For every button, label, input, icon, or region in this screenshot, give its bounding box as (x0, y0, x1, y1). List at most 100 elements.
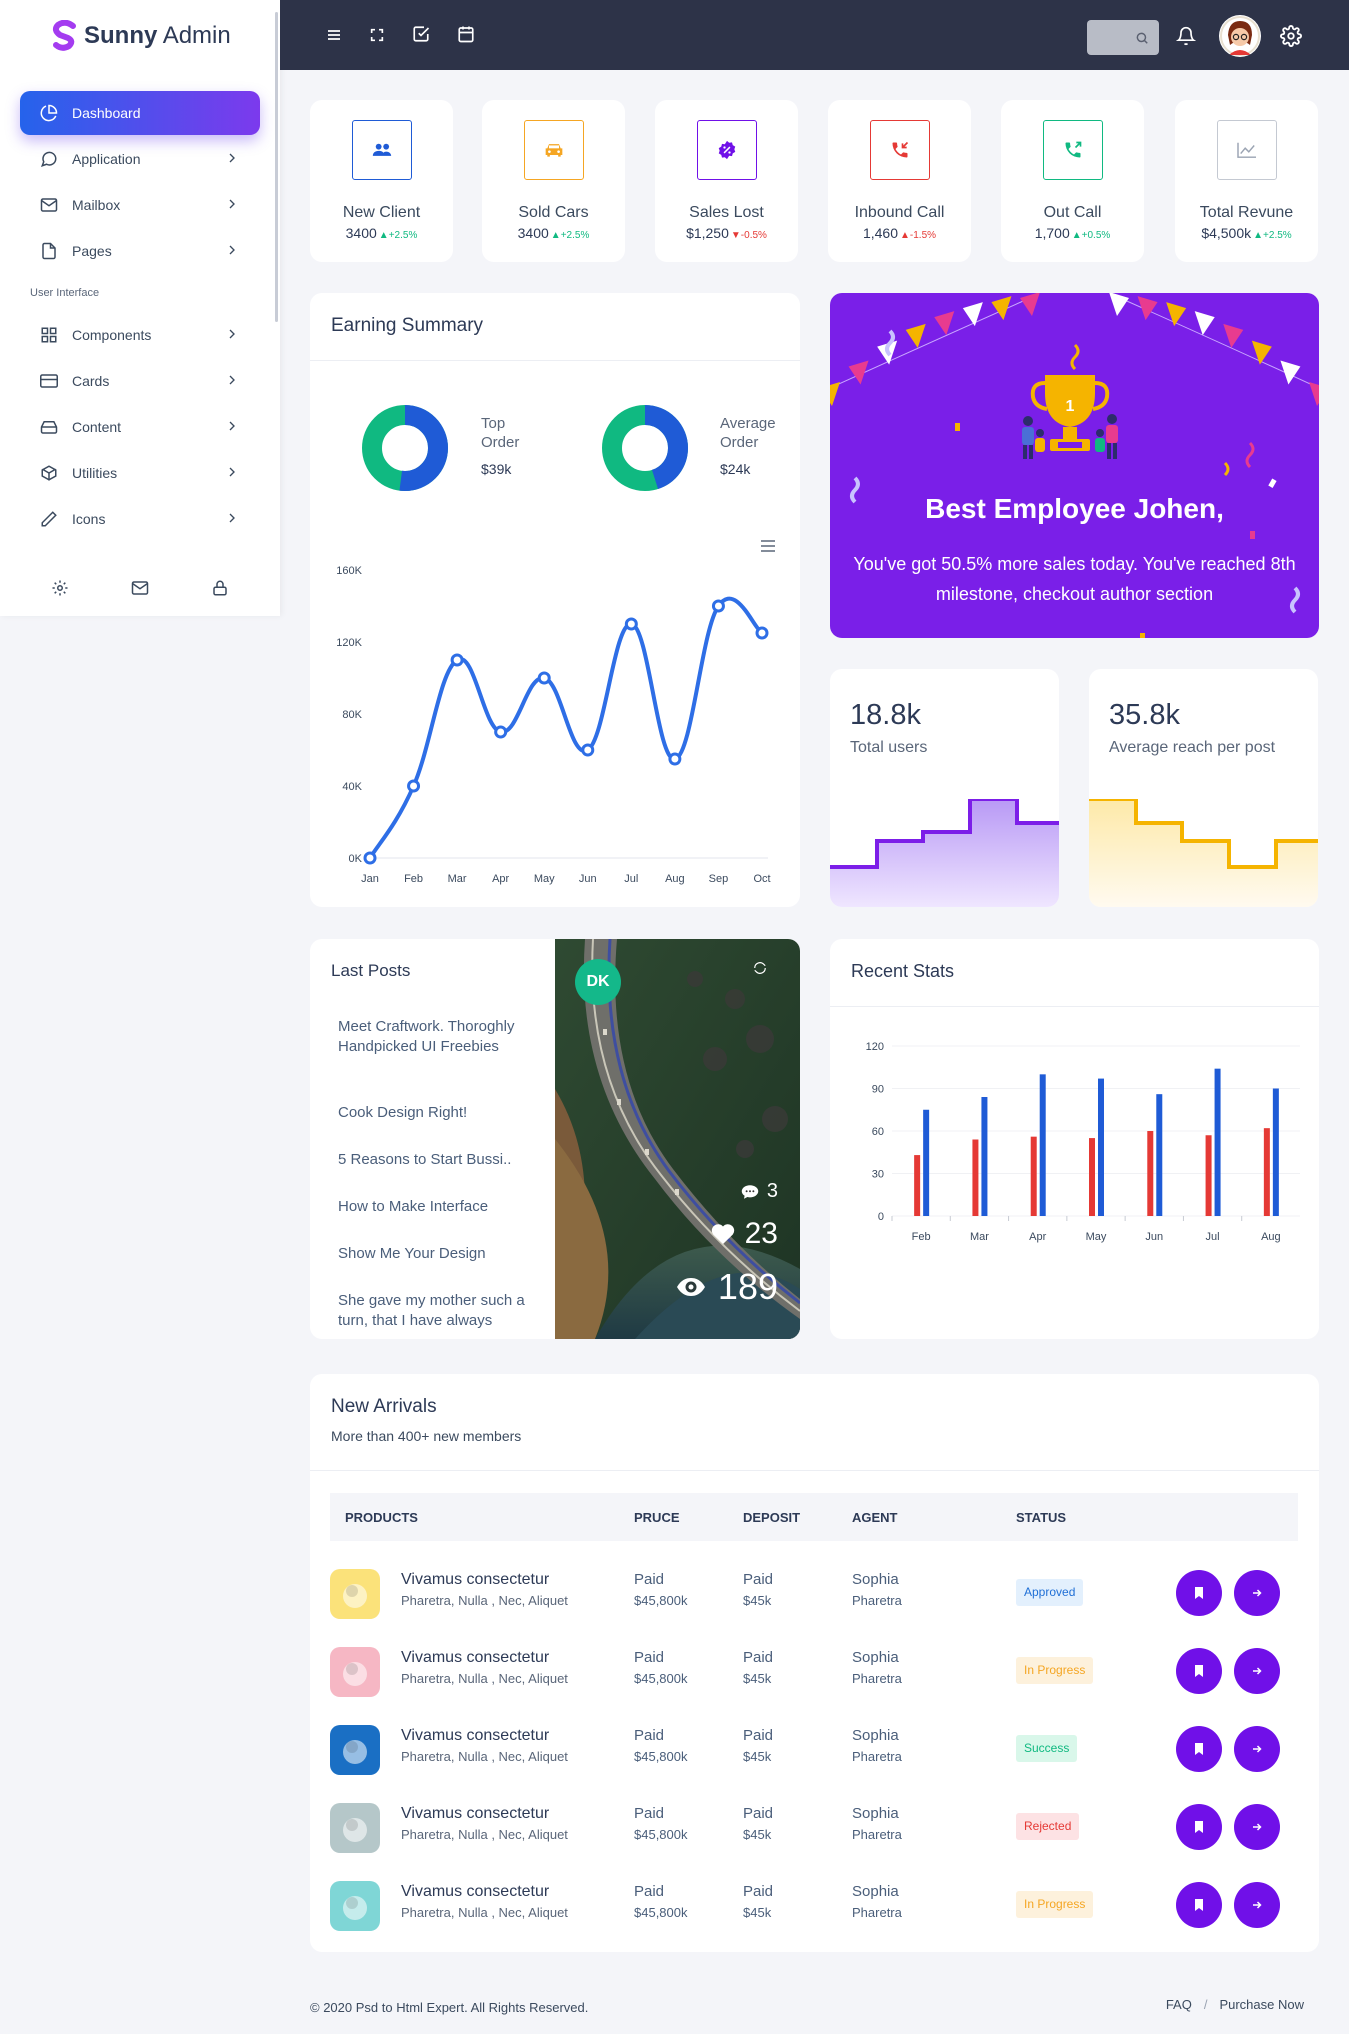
settings-icon[interactable] (51, 579, 69, 597)
sidebar-item-utilities[interactable]: Utilities (20, 451, 260, 495)
chevron-right-icon (229, 375, 235, 385)
data-point[interactable] (711, 599, 725, 613)
bar[interactable] (1147, 1131, 1154, 1216)
data-point[interactable] (668, 752, 682, 766)
product-name[interactable]: Vivamus consectetur (401, 1805, 549, 1823)
arrow-right-icon (1253, 1589, 1262, 1597)
bookmark-button[interactable] (1176, 1804, 1222, 1850)
bar[interactable] (1205, 1135, 1212, 1216)
data-point[interactable] (755, 626, 769, 640)
pennant-flag (962, 302, 983, 327)
product-name[interactable]: Vivamus consectetur (401, 1883, 549, 1901)
bookmark-button[interactable] (1176, 1648, 1222, 1694)
bar[interactable] (981, 1097, 988, 1216)
post-photo[interactable]: DK 3 23 189 (555, 939, 800, 1339)
pennant-flag (1020, 293, 1040, 316)
sidebar-scrollbar[interactable] (275, 12, 278, 322)
view-button[interactable] (1234, 1570, 1280, 1616)
view-button[interactable] (1234, 1726, 1280, 1772)
settings-icon[interactable] (1280, 25, 1302, 47)
bookmark-button[interactable] (1176, 1726, 1222, 1772)
author-avatar[interactable]: DK (575, 959, 621, 1005)
deposit-value: $45k (743, 1827, 772, 1842)
post-link[interactable]: How to Make Interface (338, 1197, 548, 1217)
sidebar-item-application[interactable]: Application (20, 137, 260, 181)
faq-link[interactable]: FAQ (1166, 1997, 1192, 2012)
kpi-card-sold-cars[interactable]: Sold Cars 3400 ▲+2.5% (482, 100, 625, 262)
post-link[interactable]: 5 Reasons to Start Bussi.. (338, 1150, 548, 1170)
calendar-icon[interactable] (457, 25, 475, 43)
top-order-donut (362, 405, 448, 491)
kpi-card-inbound-call[interactable]: Inbound Call 1,460 ▲-1.5% (828, 100, 971, 262)
data-point[interactable] (450, 653, 464, 667)
search-input[interactable] (1087, 20, 1159, 55)
pennant-flag (991, 296, 1012, 321)
sidebar-item-dashboard[interactable]: Dashboard (20, 91, 260, 135)
mail-icon[interactable] (130, 579, 150, 597)
data-point[interactable] (537, 671, 551, 685)
product-name[interactable]: Vivamus consectetur (401, 1727, 549, 1745)
post-link[interactable]: Cook Design Right! (338, 1103, 548, 1123)
bar[interactable] (1030, 1136, 1037, 1216)
kpi-card-new-client[interactable]: New Client 3400 ▲+2.5% (310, 100, 453, 262)
product-name[interactable]: Vivamus consectetur (401, 1571, 549, 1589)
refresh-icon[interactable] (753, 961, 767, 975)
check-square-icon[interactable] (412, 25, 430, 43)
lock-icon[interactable] (211, 579, 229, 597)
view-button[interactable] (1234, 1648, 1280, 1694)
sidebar-item-components[interactable]: Components (20, 313, 260, 357)
bar[interactable] (1098, 1078, 1104, 1216)
kpi-card-out-call[interactable]: Out Call 1,700 ▲+0.5% (1001, 100, 1144, 262)
avatar[interactable] (1219, 15, 1261, 57)
post-link[interactable]: She gave my mother such a turn, that I h… (338, 1291, 548, 1331)
bookmark-button[interactable] (1176, 1882, 1222, 1928)
table-row[interactable]: Vivamus consectetur Pharetra, Nulla , Nec… (330, 1711, 1300, 1789)
table-row[interactable]: Vivamus consectetur Pharetra, Nulla , Nec… (330, 1867, 1300, 1945)
bar[interactable] (923, 1109, 930, 1216)
table-row[interactable]: Vivamus consectetur Pharetra, Nulla , Nec… (330, 1789, 1300, 1867)
sidebar-item-icons[interactable]: Icons (20, 497, 260, 541)
chevron-right-icon (229, 421, 235, 431)
post-link[interactable]: Show Me Your Design (338, 1244, 548, 1264)
pennant-flag (934, 311, 955, 336)
logo-icon (52, 20, 76, 51)
brand-logo[interactable]: Sunny Admin (52, 16, 231, 56)
kpi-card-sales-lost[interactable]: Sales Lost $1,250 ▼-0.5% (655, 100, 798, 262)
bookmark-button[interactable] (1176, 1570, 1222, 1616)
kpi-card-total-revune[interactable]: Total Revune $4,500k ▲+2.5% (1175, 100, 1318, 262)
bar[interactable] (1089, 1138, 1095, 1216)
divider (830, 1006, 1319, 1007)
bar[interactable] (972, 1139, 979, 1217)
eye-icon (676, 1278, 705, 1296)
sidebar-item-content[interactable]: Content (20, 405, 260, 449)
fullscreen-icon[interactable] (369, 27, 385, 43)
data-point[interactable] (407, 779, 421, 793)
post-link[interactable]: Meet Craftwork. Thoroghly Handpicked UI … (338, 1017, 548, 1057)
data-point[interactable] (363, 851, 377, 865)
view-button[interactable] (1234, 1882, 1280, 1928)
data-point[interactable] (494, 725, 508, 739)
kpi-value: 3400 (345, 225, 377, 241)
product-tags: Pharetra, Nulla , Nec, Aliquet (401, 1749, 568, 1764)
bar[interactable] (1039, 1074, 1046, 1216)
sidebar-item-mailbox[interactable]: Mailbox (20, 183, 260, 227)
purchase-link[interactable]: Purchase Now (1219, 1997, 1304, 2012)
sidebar-item-pages[interactable]: Pages (20, 229, 260, 273)
topbar (280, 0, 1349, 70)
product-tags: Pharetra, Nulla , Nec, Aliquet (401, 1593, 568, 1608)
view-button[interactable] (1234, 1804, 1280, 1850)
bell-icon[interactable] (1176, 26, 1196, 46)
bar[interactable] (1214, 1068, 1221, 1216)
bar[interactable] (1272, 1088, 1279, 1217)
bar[interactable] (1156, 1094, 1163, 1216)
data-point[interactable] (581, 743, 595, 757)
product-name[interactable]: Vivamus consectetur (401, 1649, 549, 1667)
status-badge: Approved (1016, 1579, 1084, 1606)
menu-icon[interactable] (326, 27, 342, 43)
sidebar-item-cards[interactable]: Cards (20, 359, 260, 403)
table-row[interactable]: Vivamus consectetur Pharetra, Nulla , Nec… (330, 1555, 1300, 1633)
table-row[interactable]: Vivamus consectetur Pharetra, Nulla , Nec… (330, 1633, 1300, 1711)
data-point[interactable] (624, 617, 638, 631)
bar[interactable] (914, 1155, 921, 1216)
bar[interactable] (1263, 1128, 1270, 1216)
